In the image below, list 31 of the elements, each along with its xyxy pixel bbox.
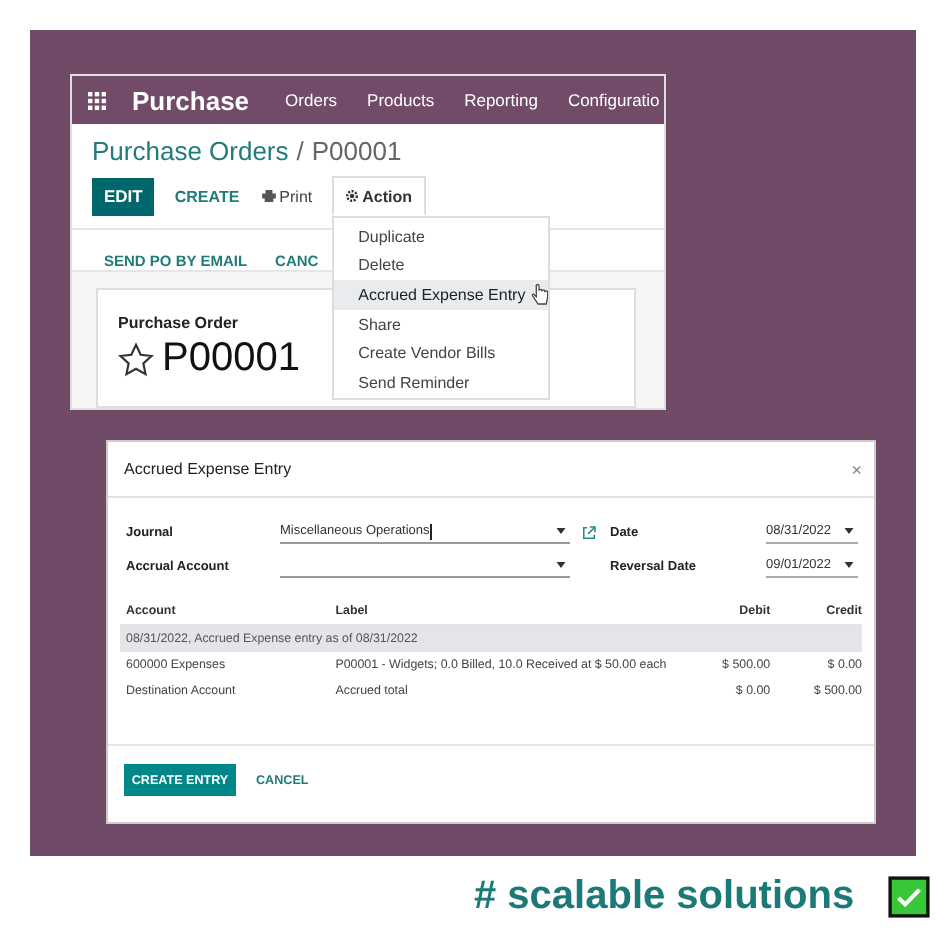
caret-icon <box>556 528 566 534</box>
star-icon[interactable] <box>118 341 154 377</box>
action-button[interactable]: Action <box>332 176 427 216</box>
record-name: P00001 <box>162 336 300 382</box>
dialog-title: Accrued Expense Entry <box>124 460 292 478</box>
app-name: Purchase <box>132 85 250 115</box>
tagline: # scalable solutions <box>474 874 855 920</box>
apps-menu-icon[interactable] <box>88 91 106 109</box>
caret-icon <box>844 562 854 568</box>
close-button[interactable]: × <box>851 459 862 479</box>
menu-item[interactable]: Reporting <box>464 90 538 110</box>
create-button[interactable]: CREATE <box>174 187 240 205</box>
menu-item[interactable]: Products <box>367 90 435 110</box>
breadcrumb-link[interactable]: Purchase Orders <box>92 136 289 166</box>
dropdown-item[interactable]: Send Reminder <box>334 367 549 398</box>
dropdown-item[interactable]: Accrued Expense Entry <box>334 280 549 310</box>
edit-button[interactable]: EDIT <box>92 177 155 215</box>
menu-item[interactable]: Orders <box>285 90 338 110</box>
breadcrumb-current: P00001 <box>311 136 402 166</box>
menu-item[interactable]: Configuratio <box>567 90 660 110</box>
print-button[interactable]: Print <box>261 187 313 205</box>
caret-icon <box>556 562 566 568</box>
gear-icon <box>346 190 359 202</box>
dropdown-item[interactable]: Duplicate <box>334 222 549 252</box>
dropdown-item[interactable]: Create Vendor Bills <box>334 338 549 368</box>
dropdown-item[interactable]: Share <box>334 309 549 339</box>
dropdown-item[interactable]: Delete <box>334 251 549 281</box>
record-type-label: Purchase Order <box>118 314 239 332</box>
breadcrumb-separator: / <box>296 136 304 166</box>
caret-icon <box>844 528 854 534</box>
external-link-icon[interactable] <box>582 525 596 539</box>
